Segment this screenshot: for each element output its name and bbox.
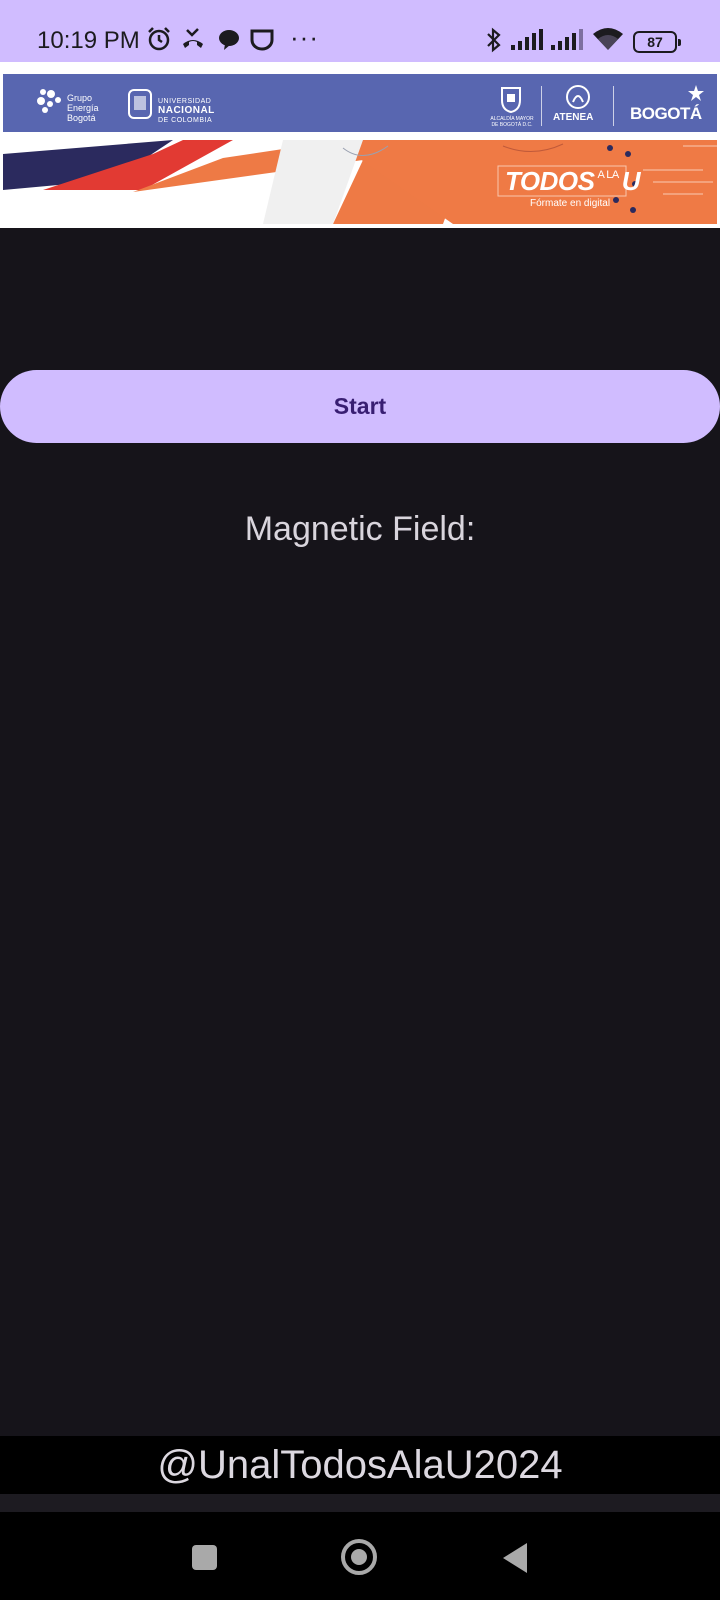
atenea-logo-text: ATENEA [553, 112, 594, 123]
unal-logo-text: UNIVERSIDAD NACIONAL DE COLOMBIA [158, 98, 215, 124]
signal-2-icon [550, 26, 584, 57]
back-icon[interactable] [503, 1543, 527, 1573]
signal-1-icon [510, 26, 544, 57]
promo-title: TODOS A LA U [505, 166, 641, 196]
app-screen: 10:19 PM ··· 87 Grupo Energía Bogotá UNI… [0, 0, 720, 1600]
atenea-logo-icon [565, 84, 591, 115]
battery-indicator: 87 [633, 31, 681, 53]
alcaldia-shield-icon [500, 86, 522, 119]
status-time: 10:19 PM [37, 27, 140, 54]
logo-divider [541, 86, 542, 126]
more-notifications-icon: ··· [290, 22, 319, 52]
recents-icon[interactable] [192, 1545, 217, 1570]
home-icon[interactable] [341, 1539, 377, 1575]
start-button[interactable]: Start [0, 370, 720, 443]
star-icon [687, 84, 705, 107]
bogota-logo-text: BOGOTÁ [630, 104, 702, 123]
alarm-icon [146, 26, 172, 57]
footer-gap [0, 1494, 720, 1512]
sponsor-logo-strip: Grupo Energía Bogotá UNIVERSIDAD NACIONA… [3, 74, 717, 132]
promo-subtitle: Fórmate en digital [530, 198, 611, 209]
grupo-energia-logo-icon [33, 84, 65, 121]
alcaldia-logo-text: ALCALDÍA MAYOR DE BOGOTÁ D.C. [490, 116, 534, 128]
app-notification-icon [249, 26, 275, 57]
chat-bubble-icon [216, 26, 242, 57]
footer-handle: @UnalTodosAlaU2024 [157, 1443, 563, 1487]
logo-divider [613, 86, 614, 126]
magnetic-field-label: Magnetic Field: [244, 510, 476, 548]
grupo-energia-logo-text: Grupo Energía Bogotá [67, 93, 99, 123]
todos-a-la-u-promo: TODOS A LA U Fórmate en digital [3, 140, 717, 224]
status-bar: 10:19 PM ··· 87 [0, 0, 720, 62]
wifi-icon [592, 26, 624, 57]
unal-seal-icon [127, 88, 153, 125]
header-banner: Grupo Energía Bogotá UNIVERSIDAD NACIONA… [0, 62, 720, 228]
bluetooth-icon [484, 26, 504, 59]
missed-call-icon [180, 26, 206, 57]
